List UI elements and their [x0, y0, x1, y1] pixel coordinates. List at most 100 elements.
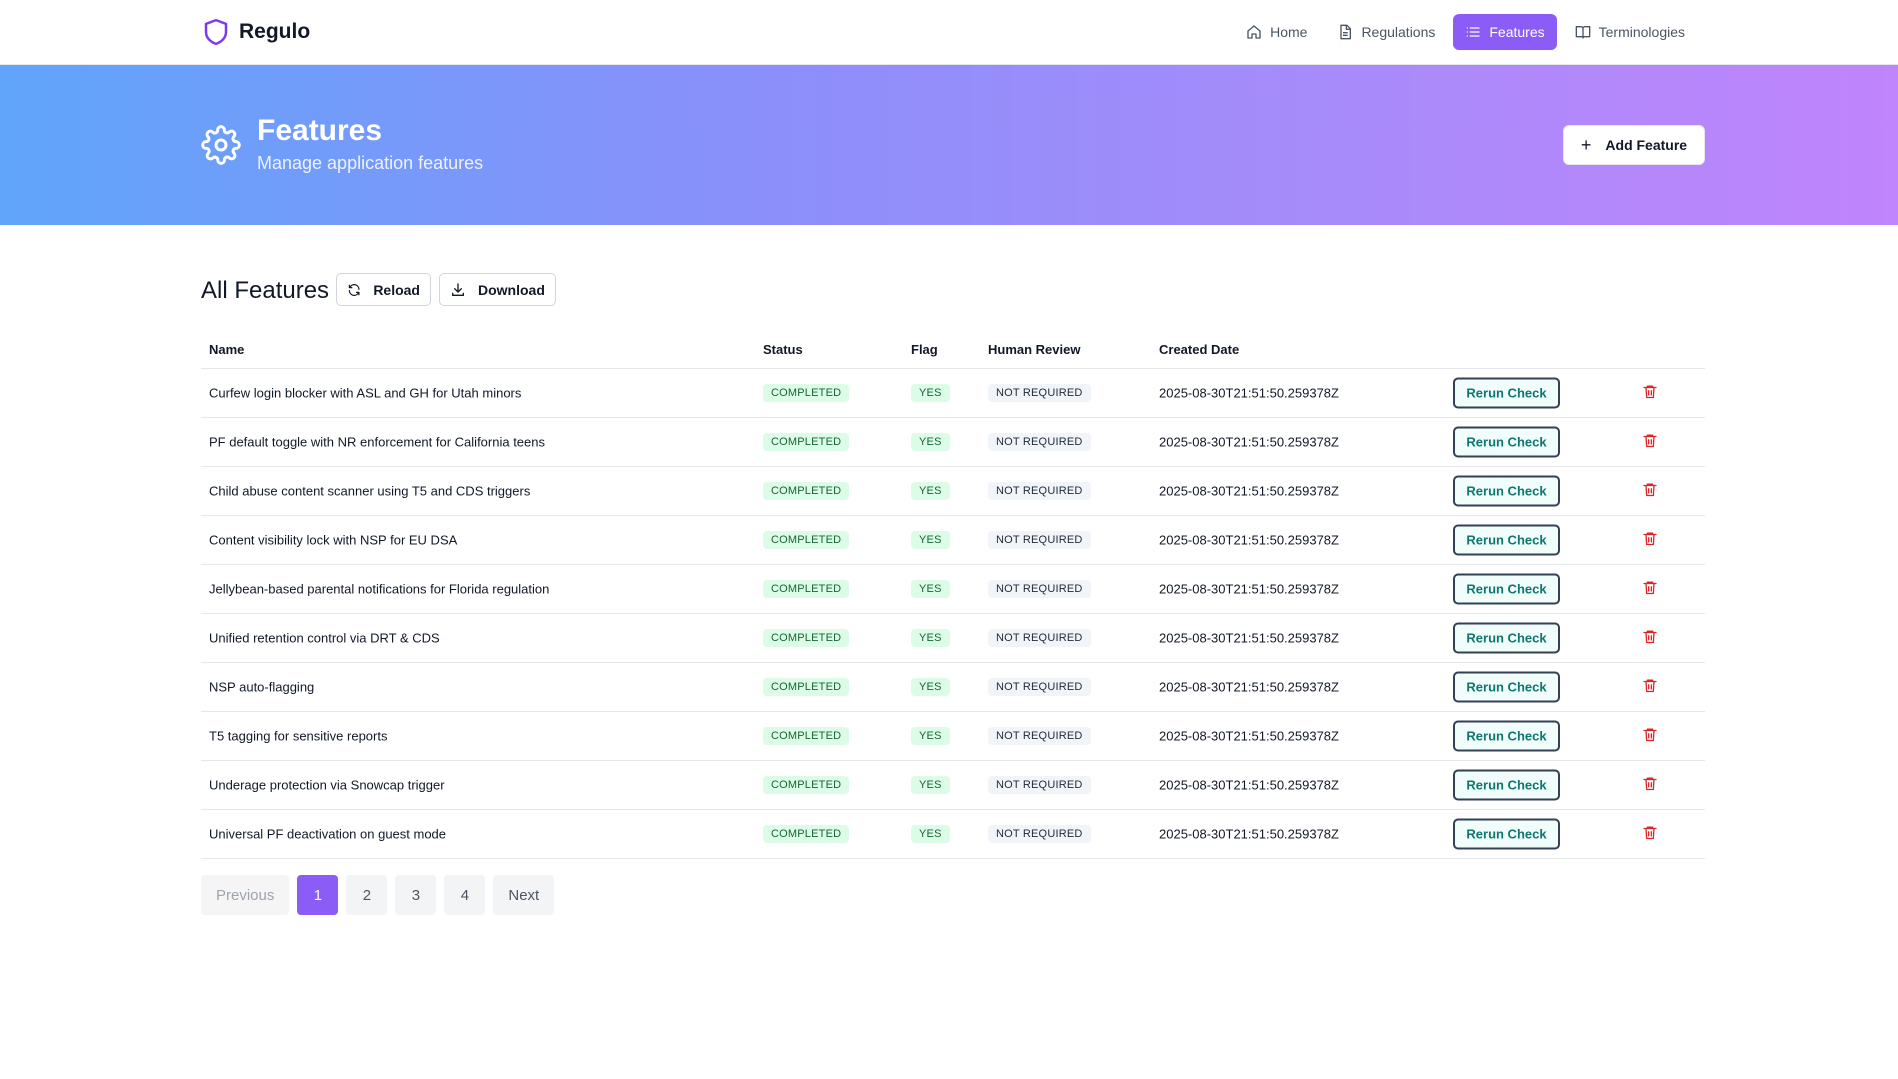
trash-icon[interactable]	[1642, 825, 1658, 841]
top-navbar: Regulo Home Regulations Features Termino…	[0, 0, 1898, 65]
nav-features[interactable]: Features	[1453, 14, 1557, 50]
flag-cell: YES	[911, 678, 950, 696]
delete-cell	[1642, 825, 1658, 844]
created-date: 2025-08-30T21:51:50.259378Z	[1159, 728, 1339, 744]
trash-icon[interactable]	[1642, 629, 1658, 645]
header-human-review[interactable]: Human Review	[988, 342, 1080, 357]
feature-name[interactable]: T5 tagging for sensitive reports	[209, 729, 387, 744]
page-title: Features	[257, 114, 383, 147]
rerun-check-button[interactable]: Rerun Check	[1453, 377, 1560, 409]
trash-icon[interactable]	[1642, 727, 1658, 743]
created-date: 2025-08-30T21:51:50.259378Z	[1159, 679, 1339, 695]
feature-name[interactable]: Unified retention control via DRT & CDS	[209, 631, 440, 646]
rerun-cell: Rerun Check	[1453, 377, 1560, 409]
feature-name[interactable]: NSP auto-flagging	[209, 680, 314, 695]
status-badge: COMPLETED	[763, 727, 850, 745]
header-created-date[interactable]: Created Date	[1159, 342, 1239, 357]
nav-regulations[interactable]: Regulations	[1325, 14, 1447, 50]
rerun-cell: Rerun Check	[1453, 818, 1560, 850]
table-row[interactable]: Underage protection via Snowcap trigger …	[201, 761, 1705, 810]
created-date: 2025-08-30T21:51:50.259378Z	[1159, 777, 1339, 793]
delete-cell	[1642, 727, 1658, 746]
trash-icon[interactable]	[1642, 384, 1658, 400]
trash-icon[interactable]	[1642, 776, 1658, 792]
table-row[interactable]: Child abuse content scanner using T5 and…	[201, 467, 1705, 516]
table-row[interactable]: NSP auto-flagging COMPLETED YES NOT REQU…	[201, 663, 1705, 712]
delete-cell	[1642, 384, 1658, 403]
table-row[interactable]: Universal PF deactivation on guest mode …	[201, 810, 1705, 859]
status-cell: COMPLETED	[763, 776, 850, 794]
brand[interactable]: Regulo	[201, 16, 310, 48]
trash-icon[interactable]	[1642, 482, 1658, 498]
table-row[interactable]: Unified retention control via DRT & CDS …	[201, 614, 1705, 663]
feature-name[interactable]: Content visibility lock with NSP for EU …	[209, 533, 457, 548]
status-badge: COMPLETED	[763, 825, 850, 843]
trash-icon[interactable]	[1642, 678, 1658, 694]
rerun-check-button[interactable]: Rerun Check	[1453, 426, 1560, 458]
rerun-cell: Rerun Check	[1453, 622, 1560, 654]
feature-name[interactable]: Jellybean-based parental notifications f…	[209, 582, 549, 597]
nav-regulations-label: Regulations	[1361, 24, 1436, 40]
feature-name[interactable]: PF default toggle with NR enforcement fo…	[209, 435, 545, 450]
delete-cell	[1642, 531, 1658, 550]
flag-badge: YES	[911, 776, 950, 794]
trash-icon[interactable]	[1642, 433, 1658, 449]
header-name[interactable]: Name	[209, 342, 244, 357]
reload-button[interactable]: Reload	[336, 273, 431, 306]
rerun-check-button[interactable]: Rerun Check	[1453, 769, 1560, 801]
reload-label: Reload	[373, 281, 420, 298]
flag-cell: YES	[911, 433, 950, 451]
review-cell: NOT REQUIRED	[988, 384, 1091, 402]
rerun-check-button[interactable]: Rerun Check	[1453, 671, 1560, 703]
table-row[interactable]: Jellybean-based parental notifications f…	[201, 565, 1705, 614]
flag-badge: YES	[911, 678, 950, 696]
home-icon	[1247, 25, 1261, 39]
nav-terminologies-label: Terminologies	[1598, 24, 1685, 40]
trash-icon[interactable]	[1642, 580, 1658, 596]
flag-badge: YES	[911, 531, 950, 549]
feature-name[interactable]: Universal PF deactivation on guest mode	[209, 827, 446, 842]
page-button-1[interactable]: 1	[297, 875, 339, 915]
nav-terminologies[interactable]: Terminologies	[1563, 14, 1697, 50]
section-title: All Features	[201, 277, 330, 304]
nav-home[interactable]: Home	[1234, 14, 1319, 50]
table-row[interactable]: PF default toggle with NR enforcement fo…	[201, 418, 1705, 467]
refresh-icon	[348, 283, 360, 296]
add-feature-label: Add Feature	[1605, 137, 1688, 153]
created-date: 2025-08-30T21:51:50.259378Z	[1159, 581, 1339, 597]
created-date: 2025-08-30T21:51:50.259378Z	[1159, 483, 1339, 499]
feature-name[interactable]: Child abuse content scanner using T5 and…	[209, 484, 530, 499]
rerun-check-button[interactable]: Rerun Check	[1453, 573, 1560, 605]
page-button-4[interactable]: 4	[444, 875, 486, 915]
add-feature-button[interactable]: + Add Feature	[1563, 125, 1705, 165]
previous-page-button[interactable]: Previous	[201, 875, 290, 915]
status-cell: COMPLETED	[763, 580, 850, 598]
trash-icon[interactable]	[1642, 531, 1658, 547]
header-status[interactable]: Status	[763, 342, 803, 357]
download-icon	[452, 282, 464, 296]
human-review-badge: NOT REQUIRED	[988, 678, 1091, 696]
next-page-button[interactable]: Next	[493, 875, 555, 915]
rerun-check-button[interactable]: Rerun Check	[1453, 622, 1560, 654]
review-cell: NOT REQUIRED	[988, 433, 1091, 451]
flag-cell: YES	[911, 629, 950, 647]
rerun-cell: Rerun Check	[1453, 573, 1560, 605]
table-row[interactable]: Curfew login blocker with ASL and GH for…	[201, 369, 1705, 418]
table-row[interactable]: T5 tagging for sensitive reports COMPLET…	[201, 712, 1705, 761]
rerun-check-button[interactable]: Rerun Check	[1453, 818, 1560, 850]
page-button-3[interactable]: 3	[395, 875, 437, 915]
rerun-check-button[interactable]: Rerun Check	[1453, 524, 1560, 556]
status-cell: COMPLETED	[763, 482, 850, 500]
feature-name[interactable]: Underage protection via Snowcap trigger	[209, 778, 445, 793]
rerun-check-button[interactable]: Rerun Check	[1453, 720, 1560, 752]
table-row[interactable]: Content visibility lock with NSP for EU …	[201, 516, 1705, 565]
download-label: Download	[478, 281, 545, 298]
flag-badge: YES	[911, 727, 950, 745]
download-button[interactable]: Download	[439, 273, 556, 306]
header-flag[interactable]: Flag	[911, 342, 938, 357]
page-button-2[interactable]: 2	[346, 875, 388, 915]
rerun-check-button[interactable]: Rerun Check	[1453, 475, 1560, 507]
review-cell: NOT REQUIRED	[988, 727, 1091, 745]
flag-cell: YES	[911, 531, 950, 549]
feature-name[interactable]: Curfew login blocker with ASL and GH for…	[209, 386, 521, 401]
